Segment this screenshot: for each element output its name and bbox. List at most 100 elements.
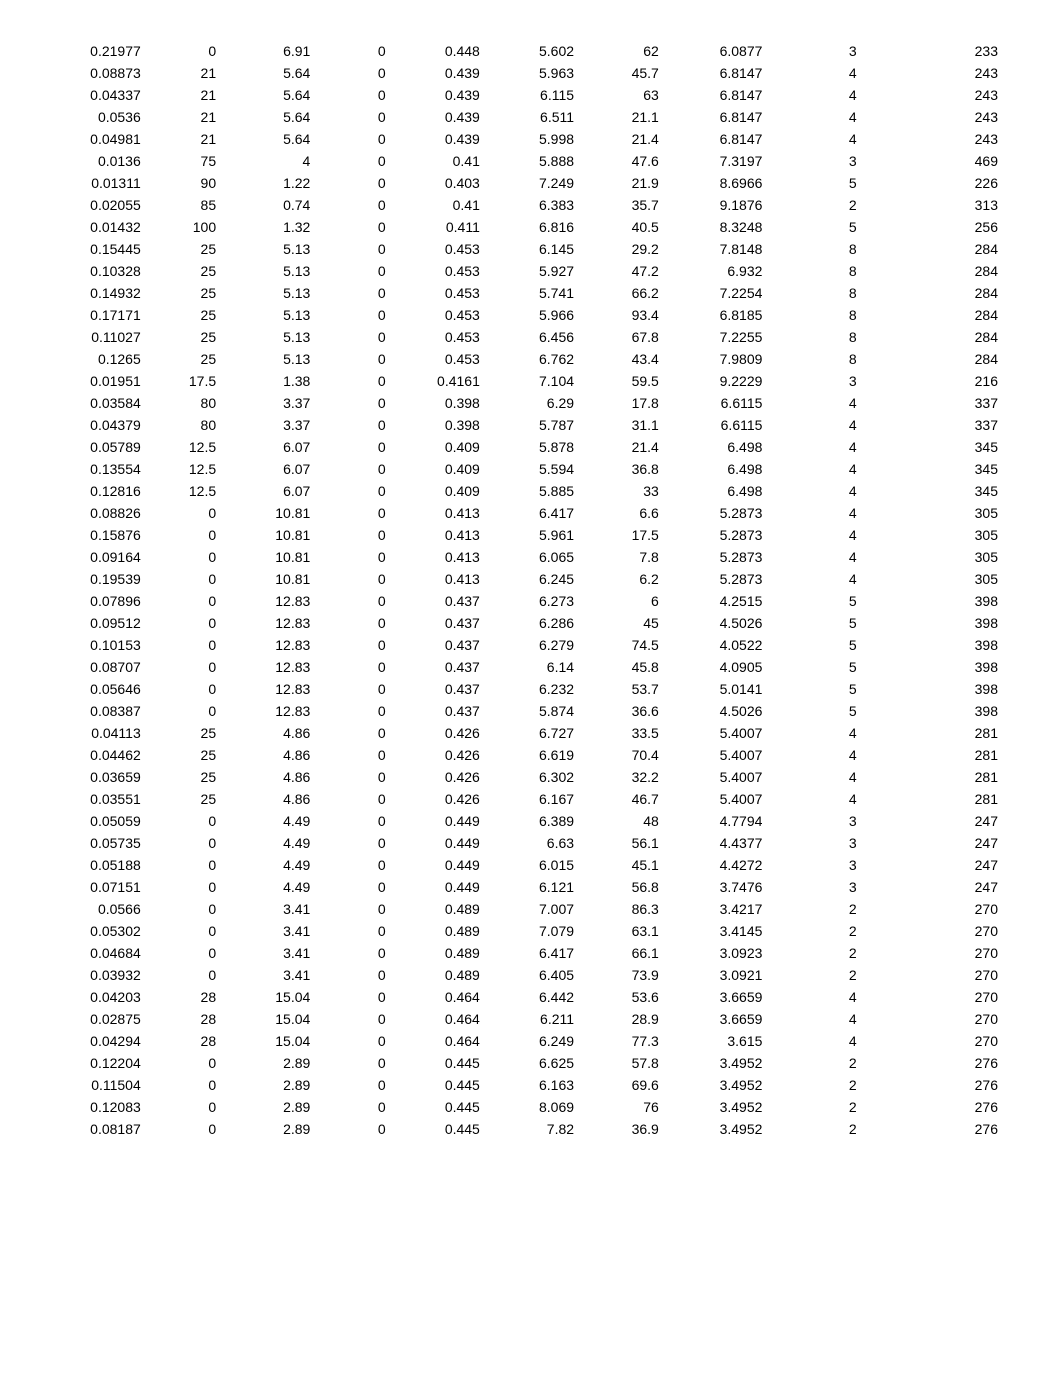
table-cell: 398 <box>861 590 1002 612</box>
table-cell: 6.302 <box>484 766 578 788</box>
table-cell: 12.5 <box>145 458 220 480</box>
table-cell: 0.464 <box>390 1008 484 1030</box>
table-cell: 90 <box>145 172 220 194</box>
table-cell: 4.86 <box>220 722 314 744</box>
table-cell: 6.015 <box>484 854 578 876</box>
table-cell: 10.81 <box>220 568 314 590</box>
table-cell: 6.245 <box>484 568 578 590</box>
table-cell: 6.07 <box>220 480 314 502</box>
table-cell: 4 <box>766 502 860 524</box>
table-cell: 45.1 <box>578 854 663 876</box>
table-cell: 0 <box>314 920 389 942</box>
table-cell: 0 <box>314 414 389 436</box>
table-cell: 0.03659 <box>60 766 145 788</box>
table-cell: 0.464 <box>390 986 484 1008</box>
table-cell: 247 <box>861 876 1002 898</box>
table-cell: 6.511 <box>484 106 578 128</box>
table-cell: 0 <box>314 326 389 348</box>
table-cell: 1.32 <box>220 216 314 238</box>
table-cell: 0.437 <box>390 678 484 700</box>
table-cell: 3.37 <box>220 414 314 436</box>
table-row: 0.1220402.8900.4456.62557.83.49522276 <box>60 1052 1002 1074</box>
table-cell: 8 <box>766 304 860 326</box>
table-cell: 66.1 <box>578 942 663 964</box>
table-cell: 0.04462 <box>60 744 145 766</box>
table-row: 0.0818702.8900.4457.8236.93.49522276 <box>60 1118 1002 1140</box>
table-cell: 0.10153 <box>60 634 145 656</box>
table-cell: 0 <box>314 942 389 964</box>
table-cell: 4 <box>220 150 314 172</box>
table-cell: 5.963 <box>484 62 578 84</box>
table-cell: 6 <box>578 590 663 612</box>
table-cell: 8.3248 <box>663 216 767 238</box>
table-cell: 4 <box>766 414 860 436</box>
table-cell: 36.8 <box>578 458 663 480</box>
table-row: 0.11027255.1300.4536.45667.87.22558284 <box>60 326 1002 348</box>
table-cell: 5.4007 <box>663 766 767 788</box>
table-cell: 0 <box>145 832 220 854</box>
table-cell: 45 <box>578 612 663 634</box>
table-cell: 6.115 <box>484 84 578 106</box>
table-cell: 0 <box>314 216 389 238</box>
table-cell: 0 <box>145 1118 220 1140</box>
table-cell: 4.86 <box>220 744 314 766</box>
table-cell: 226 <box>861 172 1002 194</box>
table-cell: 6.249 <box>484 1030 578 1052</box>
table-cell: 8.6966 <box>663 172 767 194</box>
table-cell: 7.007 <box>484 898 578 920</box>
table-cell: 0 <box>314 964 389 986</box>
table-cell: 6.63 <box>484 832 578 854</box>
table-cell: 0.439 <box>390 62 484 84</box>
table-cell: 0 <box>314 392 389 414</box>
table-cell: 284 <box>861 260 1002 282</box>
table-cell: 0 <box>314 1030 389 1052</box>
table-cell: 33 <box>578 480 663 502</box>
table-cell: 2.89 <box>220 1074 314 1096</box>
table-cell: 7.2255 <box>663 326 767 348</box>
table-cell: 4 <box>766 524 860 546</box>
table-cell: 0 <box>145 942 220 964</box>
table-cell: 4 <box>766 106 860 128</box>
table-cell: 6.383 <box>484 194 578 216</box>
table-cell: 21.1 <box>578 106 663 128</box>
table-row: 0.05646012.8300.4376.23253.75.01415398 <box>60 678 1002 700</box>
table-cell: 6.145 <box>484 238 578 260</box>
table-cell: 6.0877 <box>663 40 767 62</box>
table-cell: 10.81 <box>220 524 314 546</box>
table-cell: 3.4952 <box>663 1096 767 1118</box>
table-cell: 243 <box>861 128 1002 150</box>
table-cell: 0 <box>314 678 389 700</box>
table-cell: 7.104 <box>484 370 578 392</box>
table-cell: 8 <box>766 260 860 282</box>
table-cell: 0 <box>314 370 389 392</box>
table-cell: 21 <box>145 84 220 106</box>
table-cell: 0 <box>145 612 220 634</box>
table-cell: 270 <box>861 1008 1002 1030</box>
table-cell: 0 <box>145 40 220 62</box>
table-cell: 5.787 <box>484 414 578 436</box>
table-cell: 276 <box>861 1052 1002 1074</box>
table-cell: 3 <box>766 370 860 392</box>
table-cell: 12.83 <box>220 590 314 612</box>
table-cell: 6.8147 <box>663 128 767 150</box>
table-cell: 0.12083 <box>60 1096 145 1118</box>
table-cell: 0 <box>314 546 389 568</box>
table-cell: 3.6659 <box>663 986 767 1008</box>
table-cell: 31.1 <box>578 414 663 436</box>
table-cell: 8 <box>766 238 860 260</box>
table-cell: 6.6115 <box>663 414 767 436</box>
table-cell: 36.9 <box>578 1118 663 1140</box>
table-cell: 0.413 <box>390 502 484 524</box>
table-cell: 0.449 <box>390 810 484 832</box>
table-cell: 3.4145 <box>663 920 767 942</box>
table-cell: 4.86 <box>220 766 314 788</box>
table-row: 0.1281612.56.0700.4095.885336.4984345 <box>60 480 1002 502</box>
table-cell: 270 <box>861 1030 1002 1052</box>
table-row: 0.0715104.4900.4496.12156.83.74763247 <box>60 876 1002 898</box>
table-cell: 2 <box>766 920 860 942</box>
table-cell: 100 <box>145 216 220 238</box>
table-row: 0.09512012.8300.4376.286454.50265398 <box>60 612 1002 634</box>
table-cell: 0.08707 <box>60 656 145 678</box>
table-cell: 0 <box>145 1074 220 1096</box>
table-cell: 6.163 <box>484 1074 578 1096</box>
